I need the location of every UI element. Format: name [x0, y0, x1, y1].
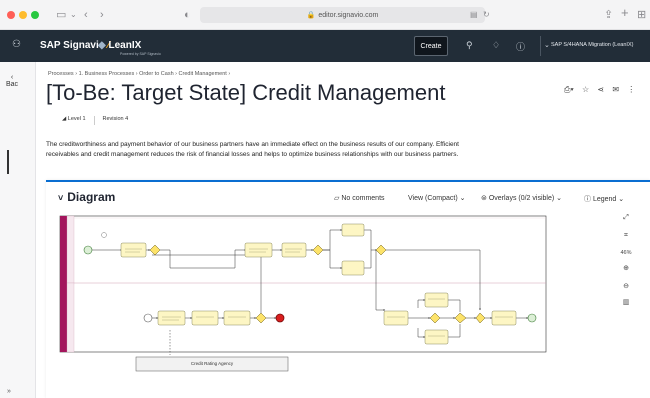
model-meta: ◢ Level 1 Revision 4 [62, 116, 128, 125]
new-tab-icon[interactable]: + [621, 4, 629, 22]
sidebar-toggle-icon[interactable]: ▭ [56, 6, 66, 24]
fit-to-screen-icon[interactable]: ⌗ [616, 232, 636, 240]
comments-badge-icon[interactable]: ✉ [612, 85, 619, 94]
left-rail: ‹ Bac » [0, 62, 36, 398]
search-icon[interactable]: ⚲ [466, 40, 473, 51]
address-text: editor.signavio.com [318, 11, 379, 19]
reload-icon[interactable]: ↻ [483, 6, 490, 24]
rail-active-marker [7, 150, 9, 174]
leanix-brand-text: LeanIX [108, 40, 142, 51]
zoom-out-icon[interactable]: ⊖ [616, 282, 636, 290]
minimize-window-button[interactable] [19, 11, 27, 19]
breadcrumb[interactable]: Processes › 1. Business Processes › Orde… [48, 71, 230, 77]
lock-icon: 🔒 [306, 12, 316, 19]
favorite-star-icon[interactable]: ☆ [582, 85, 589, 94]
privacy-shield-icon[interactable]: ◐ [184, 6, 191, 24]
expand-rail-button[interactable]: » [7, 388, 11, 395]
info-icon: ⓘ [584, 196, 591, 203]
notifications-bell-icon[interactable]: ♢ [492, 40, 500, 51]
legend-select[interactable]: ⓘ Legend ⌄ [584, 194, 624, 204]
browser-toolbar: ▭ ⌄ ‹ › ◐ 🔒 editor.signavio.com ▤ ↻ ⇪ + … [0, 0, 650, 30]
more-options-icon[interactable]: ⋮ [627, 85, 635, 94]
leanix-logo[interactable]: ◆ LeanIX [98, 40, 141, 51]
comment-icon: ▱ [334, 195, 340, 202]
page-title: [To-Be: Target State] Credit Management [46, 80, 446, 105]
create-button[interactable]: Create [414, 36, 448, 56]
address-bar[interactable]: 🔒 editor.signavio.com [200, 7, 485, 23]
leanix-mark-icon: ◆ [98, 40, 106, 51]
level-label: Level 1 [67, 116, 86, 122]
tab-overview-icon[interactable]: ⊞ [637, 6, 646, 24]
share-icon[interactable]: ⇪ [604, 6, 613, 24]
model-description: The creditworthiness and payment behavio… [46, 141, 459, 158]
chevron-down-icon[interactable]: ⌄ [70, 6, 77, 24]
fullscreen-icon[interactable]: ⤢ [616, 214, 636, 222]
legend-label: Legend [592, 196, 617, 203]
overlays-icon: ⊜ [481, 195, 487, 202]
share-link-icon[interactable]: ⋖ [597, 85, 604, 94]
workspace-chevron-icon[interactable]: ⌄ [544, 41, 550, 49]
help-icon[interactable]: ⓘ [516, 40, 525, 53]
zoom-level: 46% [620, 250, 632, 256]
zoom-in-icon[interactable]: ⊕ [616, 264, 636, 272]
collapse-icon[interactable]: ˅ [58, 193, 63, 203]
overlays-label: Overlays (0/2 visible) [488, 195, 555, 202]
close-window-button[interactable] [7, 11, 15, 19]
chevron-left-icon: ‹ [10, 74, 14, 81]
print-icon[interactable]: ⎙▾ [564, 85, 574, 94]
forward-arrow-icon[interactable]: › [100, 6, 104, 24]
back-label: Bac [6, 81, 19, 88]
back-arrow-icon[interactable]: ‹ [84, 6, 88, 24]
overlays-chevron-icon: ⌄ [556, 195, 563, 202]
comments-button[interactable]: ▱ No comments [334, 194, 385, 202]
header-divider [540, 36, 541, 56]
comments-label: No comments [341, 195, 385, 202]
app-header: ⚇ SAP Signavio ⁄ ◆ LeanIX Powered by SAP… [0, 30, 650, 62]
meta-divider [93, 116, 95, 125]
diagram-title-label: Diagram [67, 190, 116, 204]
leanix-tagline: Powered by SAP Signavio [120, 52, 161, 56]
zoom-toolbar: ⤢ ⌗ 46% ⊕ ⊖ ▥ [616, 210, 636, 306]
signavio-brand-text: SAP Signavio [40, 40, 105, 51]
team-icon[interactable]: ⚇ [12, 39, 21, 50]
diagram-section-title[interactable]: ˅ Diagram [58, 190, 115, 204]
workspace-switcher[interactable]: SAP S/4HANA Migration (LeanIX) [551, 42, 633, 48]
translate-icon[interactable]: ▤ [470, 6, 478, 24]
overlays-select[interactable]: ⊜ Overlays (0/2 visible) ⌄ [481, 194, 562, 202]
level-badge: ◢ Level 1 [62, 116, 86, 122]
view-chevron-icon: ⌄ [459, 195, 466, 202]
view-mode-label: View (Compact) [408, 195, 458, 202]
back-button[interactable]: ‹ Bac [6, 74, 18, 88]
title-actions: ⎙▾ ☆ ⋖ ✉ ⋮ [564, 85, 641, 95]
maximize-window-button[interactable] [31, 11, 39, 19]
view-mode-select[interactable]: View (Compact) ⌄ [408, 194, 466, 202]
external-participant-label: Credit Rating Agency [190, 361, 234, 366]
revision-label: Revision 4 [102, 116, 129, 122]
legend-chevron-icon: ⌄ [618, 196, 625, 203]
minimap-icon[interactable]: ▥ [616, 298, 636, 306]
